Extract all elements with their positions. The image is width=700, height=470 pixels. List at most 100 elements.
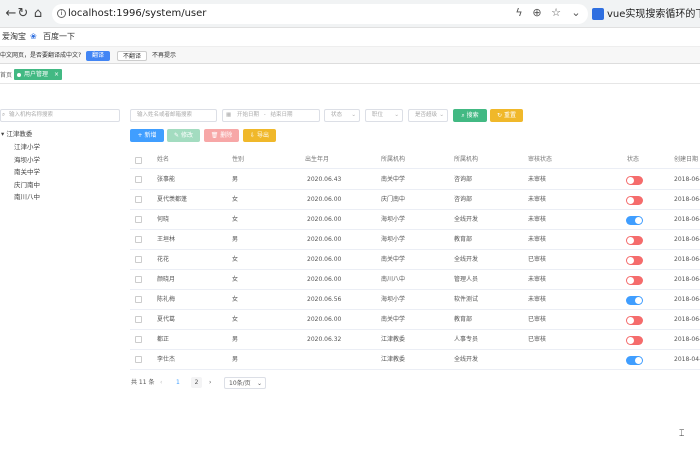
browser-tab[interactable]: vue实现搜索循环的下拉框 — [592, 6, 700, 24]
cell-name: 夏代羡都蓬 — [157, 196, 188, 203]
cell-dept: 咨询部 — [454, 176, 473, 183]
status-toggle[interactable] — [626, 216, 643, 225]
cell-org: 海坝小学 — [381, 216, 406, 223]
table-row[interactable]: 何晓 女 2020.06.00 海坝小学 全线开发 未审核 2018-06- — [130, 210, 700, 230]
table-row[interactable]: 张事能 男 2020.06.43 南关中学 咨询部 未审核 2018-06- — [130, 170, 700, 190]
row-checkbox[interactable] — [135, 296, 142, 303]
cell-org: 南关中学 — [381, 316, 406, 323]
org-search-input[interactable]: ⌕ 输入机构名称搜索 — [0, 109, 120, 122]
status-toggle[interactable] — [626, 276, 643, 285]
row-checkbox[interactable] — [135, 236, 142, 243]
reload-icon[interactable]: ↻ — [15, 6, 31, 22]
table-row[interactable]: 都正 男 2020.06.32 江津教委 人事专员 已审核 2018-06- — [130, 330, 700, 350]
cell-audit: 已审核 — [528, 336, 547, 343]
table-row[interactable]: 夏代葛 女 2020.06.00 南关中学 教育部 已审核 2018-06- — [130, 310, 700, 330]
close-icon[interactable]: × — [54, 69, 59, 80]
table-row[interactable]: 夏代羡都蓬 女 2020.06.00 庆门南中 咨询部 未审核 2018-06- — [130, 190, 700, 210]
select-all-checkbox[interactable] — [135, 157, 142, 164]
status-toggle[interactable] — [626, 296, 643, 305]
dont-translate-button[interactable]: 不翻译 — [117, 51, 147, 61]
reset-button[interactable]: ↻ 重置 — [490, 109, 523, 122]
date-range-picker[interactable]: ▦ 开始日期 - 结束日期 — [222, 109, 320, 122]
translate-prompt: 中文网页，是否要翻译成中文? — [0, 52, 82, 59]
prev-page-icon[interactable]: ‹ — [160, 377, 162, 388]
status-toggle[interactable] — [626, 176, 643, 185]
chevron-down-icon[interactable]: ⌄ — [569, 6, 583, 20]
row-checkbox[interactable] — [135, 176, 142, 183]
tab-user-management[interactable]: 用户管理 × — [14, 69, 63, 80]
tree-node[interactable]: 江津小学 — [14, 141, 40, 151]
tree-node[interactable]: 南关中学 — [14, 166, 40, 176]
gender-select[interactable]: 是否超级 ⌄ — [408, 109, 448, 122]
name-search-input[interactable]: 输入姓名或者邮箱搜索 — [130, 109, 217, 122]
tab-home[interactable]: 首页 — [0, 70, 12, 79]
cell-audit: 未审核 — [528, 196, 547, 203]
bookmark-item[interactable]: 百度一下 — [43, 28, 75, 46]
status-select[interactable]: 状态 ⌄ — [324, 109, 360, 122]
tree-root[interactable]: ▾ 江津教委 — [1, 128, 32, 138]
tree-node[interactable]: 庆门南中 — [14, 179, 40, 189]
status-toggle[interactable] — [626, 196, 643, 205]
row-checkbox[interactable] — [135, 256, 142, 263]
export-button[interactable]: ⇩ 导出 — [243, 129, 276, 142]
row-checkbox[interactable] — [135, 356, 142, 363]
page-size-select[interactable]: 10条/页 ⌄ — [224, 377, 266, 389]
table-row[interactable]: 李仕杰 男 江津教委 全线开发 2018-04- — [130, 350, 700, 370]
cell-org: 江津教委 — [381, 336, 406, 343]
next-page-icon[interactable]: › — [209, 377, 211, 388]
toggle-knob — [635, 217, 642, 224]
lightning-icon[interactable]: ϟ — [512, 6, 526, 20]
table-row[interactable]: 花花 女 2020.06.00 南关中学 全线开发 已审核 2018-06- — [130, 250, 700, 270]
edit-button[interactable]: ✎ 修改 — [167, 129, 200, 142]
cell-name: 王垣林 — [157, 236, 176, 243]
table-row[interactable]: 陈礼梅 女 2020.06.56 海坝小学 软件测试 未审核 2018-06- — [130, 290, 700, 310]
row-checkbox[interactable] — [135, 276, 142, 283]
cell-birth: 2020.06.00 — [307, 236, 342, 243]
search-button[interactable]: ⌕ 搜索 — [453, 109, 487, 122]
cell-birth: 2020.06.00 — [307, 276, 342, 283]
bookmark-item[interactable]: 爱淘宝 — [2, 28, 26, 46]
status-toggle[interactable] — [626, 236, 643, 245]
status-toggle[interactable] — [626, 256, 643, 265]
home-icon[interactable]: ⌂ — [30, 6, 46, 22]
page-number[interactable]: 1 — [176, 377, 180, 388]
position-select[interactable]: 职位 ⌄ — [365, 109, 403, 122]
table-row[interactable]: 颜晓月 女 2020.06.00 南川八中 管理人员 未审核 2018-06- — [130, 270, 700, 290]
tree-node[interactable]: 海坝小学 — [14, 154, 40, 164]
tree-node[interactable]: 南川八中 — [14, 191, 40, 201]
cell-dept: 管理人员 — [454, 276, 479, 283]
cell-gender: 女 — [232, 256, 239, 263]
search-button-label: 搜索 — [466, 112, 479, 119]
row-checkbox[interactable] — [135, 196, 142, 203]
cell-gender: 女 — [232, 296, 239, 303]
page-number[interactable]: 2 — [191, 377, 202, 388]
column-header: 所属机构 — [381, 156, 406, 163]
cell-birth: 2020.06.43 — [307, 176, 342, 183]
cell-gender: 女 — [232, 196, 239, 203]
cell-name: 陈礼梅 — [157, 296, 176, 303]
delete-button[interactable]: 🗑 删除 — [204, 129, 239, 142]
column-header: 出生年月 — [305, 156, 330, 163]
cell-created: 2018-06- — [674, 296, 700, 303]
add-button[interactable]: + 新增 — [130, 129, 164, 142]
cell-name: 颜晓月 — [157, 276, 176, 283]
row-checkbox[interactable] — [135, 336, 142, 343]
status-toggle[interactable] — [626, 316, 643, 325]
cell-birth: 2020.06.56 — [307, 296, 342, 303]
row-checkbox[interactable] — [135, 216, 142, 223]
page-tabs: 首页 用户管理 × — [0, 64, 700, 84]
translate-button[interactable]: 翻译 — [86, 51, 110, 61]
row-checkbox[interactable] — [135, 316, 142, 323]
address-bar[interactable]: i localhost:1996/system/user — [52, 4, 588, 24]
status-toggle[interactable] — [626, 336, 643, 345]
info-icon[interactable]: i — [57, 9, 66, 18]
table-row[interactable]: 王垣林 男 2020.06.00 海坝小学 教育部 未审核 2018-06- — [130, 230, 700, 250]
never-translate-link[interactable]: 不再提示 — [152, 47, 176, 65]
star-icon[interactable]: ☆ — [549, 6, 563, 20]
zoom-icon[interactable]: ⊕ — [530, 6, 544, 20]
status-toggle[interactable] — [626, 356, 643, 365]
toggle-knob — [627, 257, 634, 264]
table-header — [130, 151, 700, 169]
cell-created: 2018-06- — [674, 276, 700, 283]
toggle-knob — [627, 317, 634, 324]
